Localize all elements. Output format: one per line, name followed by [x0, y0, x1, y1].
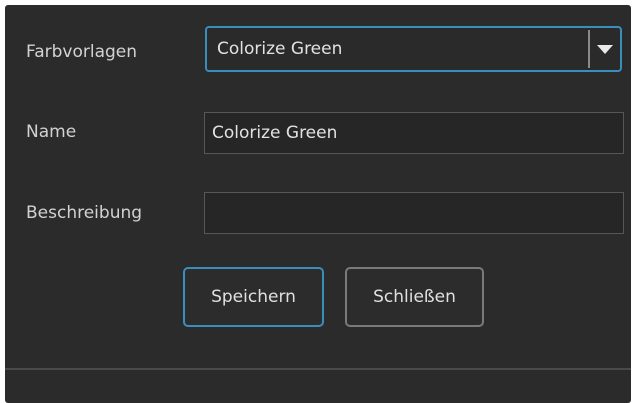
chevron-down-icon [597, 45, 613, 54]
name-field[interactable] [204, 112, 624, 154]
preset-dialog: Farbvorlagen Colorize Green Name Beschre… [5, 5, 631, 403]
description-field[interactable] [204, 192, 624, 234]
name-label: Name [26, 122, 77, 142]
preset-label: Farbvorlagen [26, 42, 138, 62]
save-button[interactable]: Speichern [183, 267, 324, 327]
dropdown-button[interactable] [588, 30, 618, 68]
footer-divider [5, 368, 631, 370]
close-button[interactable]: Schließen [345, 267, 484, 327]
preset-dropdown[interactable]: Colorize Green [205, 26, 622, 72]
preset-selected-value: Colorize Green [217, 39, 343, 59]
description-label: Beschreibung [26, 203, 143, 223]
